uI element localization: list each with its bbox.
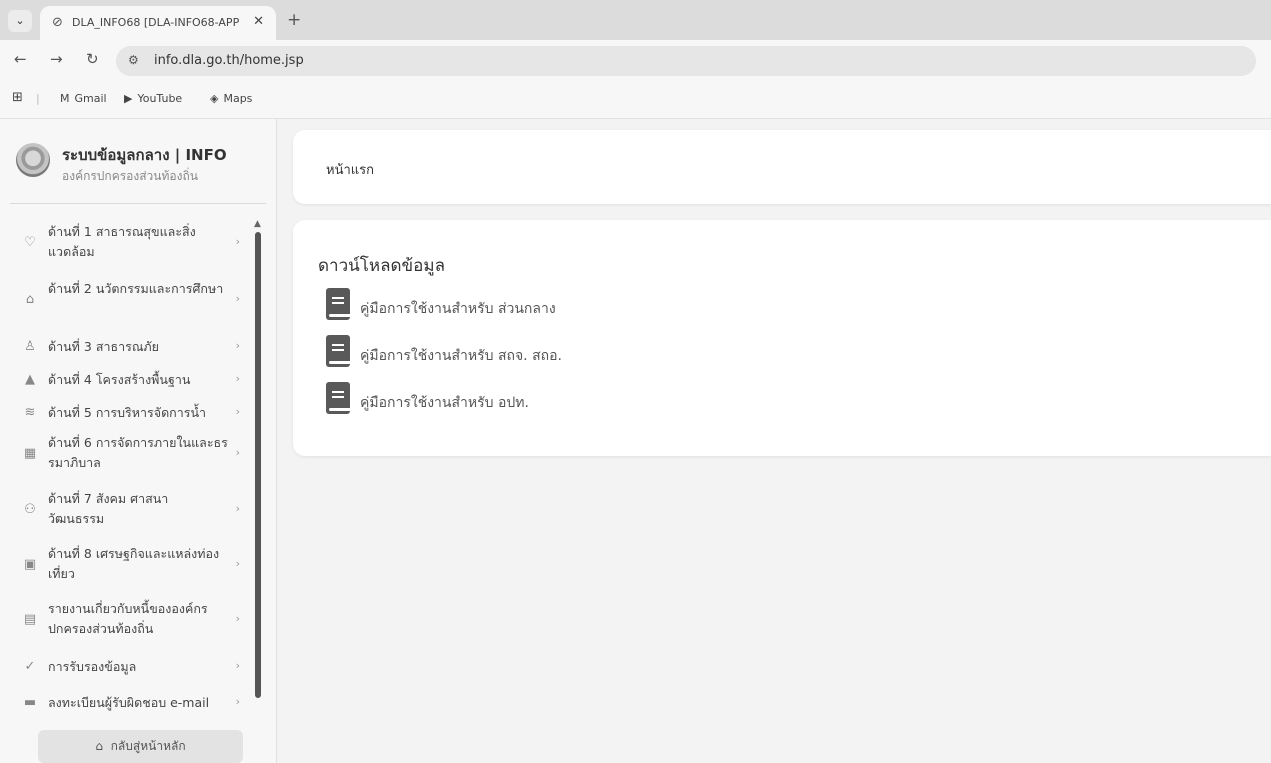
chevron-right-icon: › (235, 292, 240, 305)
brand-title: ระบบข้อมูลกลาง | INFO (62, 146, 227, 164)
sidebar-item-label: รายงานเกี่ยวกับหนี้ขององค์กรปกครองส่วนท้… (48, 601, 208, 636)
sidebar-item-public-health[interactable]: ♡ ด้านที่ 1 สาธารณสุขและสิ่งแวดล้อม › (10, 222, 244, 264)
sidebar-item-label: ด้านที่ 7 สังคม ศาสนา วัฒนธรรม (48, 491, 169, 526)
new-tab-icon[interactable]: + (287, 10, 301, 30)
chevron-right-icon: › (235, 612, 240, 625)
forward-icon[interactable]: → (50, 50, 63, 68)
sidebar-scrollbar[interactable] (255, 232, 261, 698)
people-icon: ♙ (24, 339, 36, 354)
building-icon: ▦ (23, 446, 37, 461)
sidebar-item-label: ด้านที่ 5 การบริหารจัดการน้ำ (48, 405, 207, 420)
sidebar-item-label: ด้านที่ 2 นวัตกรรมและการศึกษา (48, 281, 224, 296)
sidebar-item-label: การรับรองข้อมูล (48, 659, 137, 674)
dla-logo (16, 143, 50, 177)
url-text: info.dla.go.th/home.jsp (154, 53, 304, 68)
chevron-right-icon: › (235, 659, 240, 672)
chevron-right-icon: › (235, 446, 240, 459)
water-icon: ≋ (24, 405, 36, 420)
youtube-icon: ▶ (124, 92, 133, 105)
bookmark-maps[interactable]: ◈ Maps (210, 92, 252, 105)
chevron-right-icon: › (235, 372, 240, 385)
maps-icon: ◈ (210, 92, 219, 105)
bookmarks-bar: ⊞ | M Gmail ▶ YouTube ◈ Maps (0, 82, 1271, 119)
breadcrumb-card: หน้าแรก (293, 130, 1271, 204)
email-icon: ▬ (23, 695, 37, 710)
brand-subtitle: องค์กรปกครองส่วนท้องถิ่น (62, 169, 198, 183)
education-icon: ⌂ (25, 292, 35, 307)
reload-icon[interactable]: ↻ (86, 50, 99, 68)
tab-close-icon[interactable]: ✕ (253, 14, 264, 29)
community-icon: ⚇ (24, 502, 36, 517)
back-to-home-button[interactable]: ⌂ กลับสู่หน้าหลัก (38, 730, 243, 763)
report-icon: ▤ (23, 612, 37, 627)
sidebar-item-label: ด้านที่ 6 การจัดการภายในและธรรมาภิบาล (48, 435, 228, 470)
home-button-label: กลับสู่หน้าหลัก (110, 739, 186, 753)
download-label: คู่มือการใช้งานสำหรับ อปท. (360, 395, 529, 411)
bookmark-youtube[interactable]: ▶ YouTube (124, 92, 182, 105)
gmail-icon: M (60, 92, 70, 105)
tab-search-chevron-icon[interactable]: ⌄ (8, 10, 32, 32)
breadcrumb: หน้าแรก (326, 163, 374, 178)
sidebar-item-infrastructure[interactable]: ▲ ด้านที่ 4 โครงสร้างพื้นฐาน › (10, 370, 244, 392)
sidebar-item-label: ด้านที่ 3 สาธารณภัย (48, 339, 159, 354)
chevron-right-icon: › (235, 405, 240, 418)
heart-icon: ♡ (24, 235, 36, 250)
sidebar-item-education[interactable]: ⌂ ด้านที่ 2 นวัตกรรมและการศึกษา › (10, 279, 244, 321)
sidebar-item-label: ด้านที่ 4 โครงสร้างพื้นฐาน (48, 372, 191, 387)
sidebar-item-label: ด้านที่ 1 สาธารณสุขและสิ่งแวดล้อม (48, 224, 196, 259)
sidebar-item-economy[interactable]: ▣ ด้านที่ 8 เศรษฐกิจและแหล่งท่องเที่ยว › (10, 544, 244, 586)
chevron-right-icon: › (235, 339, 240, 352)
book-icon (326, 382, 350, 414)
sidebar-item-label: ลงทะเบียนผู้รับผิดชอบ e-mail (48, 695, 210, 710)
sidebar-item-email-registration[interactable]: ▬ ลงทะเบียนผู้รับผิดชอบ e-mail › (10, 693, 244, 715)
bookmark-gmail[interactable]: M Gmail (60, 92, 107, 105)
download-card: ดาวน์โหลดข้อมูล คู่มือการใช้งานสำหรับ ส่… (293, 220, 1271, 456)
download-label: คู่มือการใช้งานสำหรับ สถจ. สถอ. (360, 348, 562, 364)
sidebar-item-society[interactable]: ⚇ ด้านที่ 7 สังคม ศาสนา วัฒนธรรม › (10, 489, 244, 531)
browser-tab[interactable]: ⊘ DLA_INFO68 [DLA-INFO68-APP ✕ (40, 6, 276, 40)
chevron-right-icon: › (235, 235, 240, 248)
book-icon (326, 288, 350, 320)
road-icon: ▲ (25, 372, 35, 387)
browser-toolbar: ← → ↻ ⚙ info.dla.go.th/home.jsp (0, 40, 1271, 82)
book-icon (326, 335, 350, 367)
apps-grid-icon[interactable]: ⊞ (12, 90, 23, 105)
sidebar-item-water[interactable]: ≋ ด้านที่ 5 การบริหารจัดการน้ำ › (10, 403, 244, 425)
scroll-up-arrow-icon[interactable]: ▲ (254, 219, 261, 229)
site-settings-icon[interactable]: ⚙ (128, 53, 139, 67)
money-icon: ▣ (23, 557, 37, 572)
tab-title: DLA_INFO68 [DLA-INFO68-APP (72, 16, 240, 29)
check-icon: ✓ (24, 659, 36, 674)
sidebar-item-label: ด้านที่ 8 เศรษฐกิจและแหล่งท่องเที่ยว (48, 546, 220, 581)
chevron-right-icon: › (235, 557, 240, 570)
home-icon: ⌂ (95, 739, 104, 753)
chevron-right-icon: › (235, 502, 240, 515)
sidebar-divider (10, 203, 266, 204)
sidebar: ระบบข้อมูลกลาง | INFO องค์กรปกครองส่วนท้… (0, 119, 277, 763)
sidebar-item-certification[interactable]: ✓ การรับรองข้อมูล › (10, 657, 244, 679)
back-icon[interactable]: ← (14, 50, 27, 68)
sidebar-item-governance[interactable]: ▦ ด้านที่ 6 การจัดการภายในและธรรมาภิบาล … (10, 433, 244, 475)
site-globe-icon: ⊘ (52, 15, 63, 30)
address-bar[interactable]: ⚙ info.dla.go.th/home.jsp (116, 46, 1256, 76)
chevron-right-icon: › (235, 695, 240, 708)
browser-tab-bar: ⌄ ⊘ DLA_INFO68 [DLA-INFO68-APP ✕ + (0, 0, 1271, 40)
sidebar-item-disaster[interactable]: ♙ ด้านที่ 3 สาธารณภัย › (10, 337, 244, 359)
download-label: คู่มือการใช้งานสำหรับ ส่วนกลาง (360, 301, 556, 317)
bookmarks-divider: | (36, 92, 40, 105)
section-title: ดาวน์โหลดข้อมูล (318, 256, 446, 276)
sidebar-item-debt-report[interactable]: ▤ รายงานเกี่ยวกับหนี้ขององค์กรปกครองส่วน… (10, 599, 244, 641)
